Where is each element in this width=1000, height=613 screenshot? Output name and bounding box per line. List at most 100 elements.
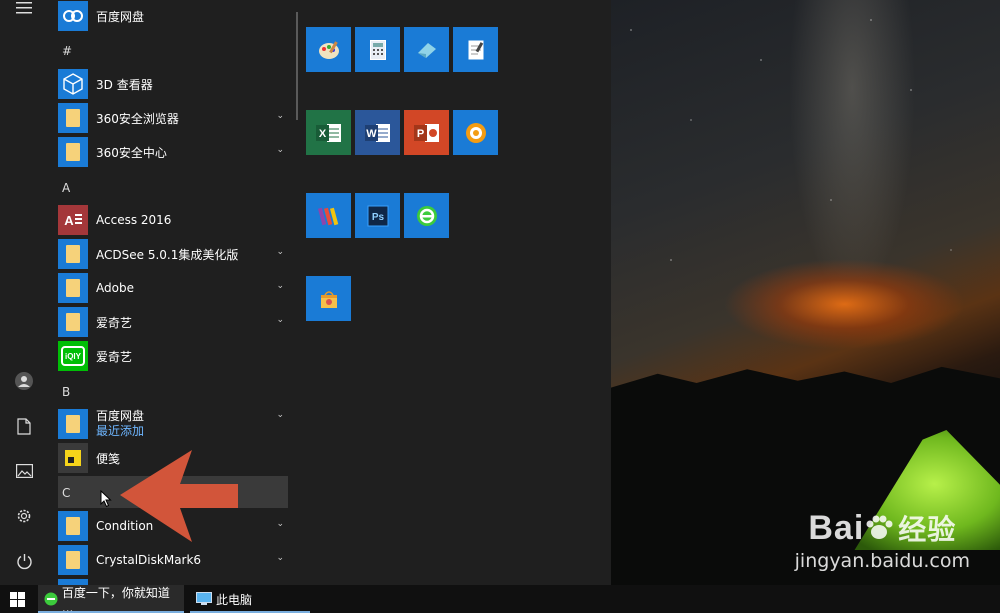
baidu-netdisk-icon [58,1,88,31]
section-header-hash[interactable]: # [62,44,72,58]
power-icon [16,553,32,569]
mouse-cursor-icon [100,490,112,508]
3d-viewer-icon [58,69,88,99]
chevron-down-icon[interactable]: ⌄ [276,145,284,155]
app-baidu-netdisk-folder[interactable]: 百度网盘 最近添加 ⌄ [58,408,288,440]
360-browser-icon [416,205,437,226]
app-acdsee[interactable]: ACDSee 5.0.1集成美化版 ⌄ [58,238,288,270]
hamburger-menu-button[interactable] [0,0,48,28]
gear-icon [17,509,31,523]
winrar-tile[interactable] [306,193,351,238]
chevron-down-icon[interactable]: ⌄ [276,519,284,529]
windows-logo-icon [9,591,25,607]
chevron-down-icon[interactable]: ⌄ [276,281,284,291]
app-label: 360安全浏览器 [96,111,179,126]
taskbar-item-this-pc[interactable]: 此电脑 [190,585,310,613]
user-account-button[interactable] [0,361,48,401]
folder-icon [58,137,88,167]
hamburger-icon [16,2,32,14]
paw-logo-icon [864,511,894,539]
baidu-jingyan-watermark: Bai 经验 jingyan.baidu.com [795,508,970,572]
folder-icon [58,545,88,575]
app-adobe[interactable]: Adobe ⌄ [58,272,288,304]
app-label: 百度网盘 [96,409,145,423]
recently-added-label: 最近添加 [96,424,145,438]
taskbar-item-label: 百度一下，你就知道 ... [61,585,170,613]
app-360-security[interactable]: 360安全中心 ⌄ [58,136,288,168]
photoshop-icon: Ps [367,205,388,226]
notepad-icon [468,40,483,59]
app-label-group: 百度网盘 最近添加 [96,409,144,439]
app-label: 360安全中心 [96,145,167,160]
svg-text:Ps: Ps [371,212,384,223]
document-icon [17,417,31,435]
tiles-area: X W P Ps [298,0,611,585]
folder-icon [58,103,88,133]
app-label: 3D 查看器 [96,77,153,92]
desktop-wallpaper [611,0,1000,585]
chevron-down-icon[interactable]: ⌄ [276,247,284,257]
folder-icon [58,409,88,439]
media-player-tile[interactable] [453,110,498,155]
picture-icon [15,464,33,478]
app-label: Access 2016 [96,213,172,227]
notepad-tile[interactable] [453,27,498,72]
calculator-tile[interactable] [355,27,400,72]
app-label: 便笺 [96,451,121,466]
excel-icon: X [315,123,341,142]
chevron-down-icon[interactable]: ⌄ [276,315,284,325]
word-tile[interactable]: W [355,110,400,155]
start-rail [0,0,48,585]
powerpoint-icon: P [413,123,439,142]
app-label: 爱奇艺 [96,315,133,330]
eraser-tile[interactable] [404,27,449,72]
app-iqiyi-folder[interactable]: 爱奇艺 ⌄ [58,306,288,338]
start-button[interactable] [0,585,34,613]
ie-360-tile[interactable] [404,193,449,238]
store-bag-icon [320,290,337,308]
app-label: CrystalDiskMark6 [96,553,202,567]
recycle-tile[interactable] [306,276,351,321]
pictures-button[interactable] [0,451,48,491]
eraser-icon [417,42,436,58]
svg-text:W: W [366,128,377,140]
powerpoint-tile[interactable]: P [404,110,449,155]
power-button[interactable] [0,541,48,581]
taskbar-item-browser[interactable]: 百度一下，你就知道 ... [38,585,184,613]
settings-button[interactable] [0,496,48,536]
app-label: ACDSee 5.0.1集成美化版 [96,247,239,262]
user-avatar-icon [15,372,33,390]
app-label: 百度网盘 [96,9,145,24]
winrar-icon [317,207,338,225]
app-label: Adobe [96,281,134,295]
documents-button[interactable] [0,406,48,446]
word-icon: W [364,123,390,142]
app-3d-viewer[interactable]: 3D 查看器 [58,68,288,100]
calculator-icon [369,39,386,60]
folder-icon [58,239,88,269]
section-header-c[interactable]: C [62,486,70,500]
chevron-down-icon[interactable]: ⌄ [276,553,284,563]
chevron-down-icon[interactable]: ⌄ [276,410,284,420]
app-iqiyi[interactable]: iQIY 爱奇艺 [58,340,288,372]
section-header-a[interactable]: A [62,181,70,195]
watermark-site: jingyan.baidu.com [794,550,970,572]
chevron-down-icon[interactable]: ⌄ [276,111,284,121]
access-icon: A [58,205,88,235]
app-crystaldiskmark[interactable]: CrystalDiskMark6 ⌄ [58,544,288,576]
app-360-browser[interactable]: 360安全浏览器 ⌄ [58,102,288,134]
folder-icon [58,307,88,337]
app-access-2016[interactable]: A Access 2016 [58,204,288,236]
sticky-notes-icon [58,443,88,473]
watermark-brand: Bai 经验 [808,509,957,547]
folder-icon [58,273,88,303]
svg-text:X: X [318,128,326,140]
paint-tile[interactable] [306,27,351,72]
excel-tile[interactable]: X [306,110,351,155]
360-browser-icon [44,592,58,606]
app-baidu-netdisk-pinned[interactable]: 百度网盘 [58,0,288,32]
annotation-arrow [120,450,238,542]
section-header-b[interactable]: B [62,385,70,399]
photoshop-tile[interactable]: Ps [355,193,400,238]
svg-text:P: P [416,128,423,140]
